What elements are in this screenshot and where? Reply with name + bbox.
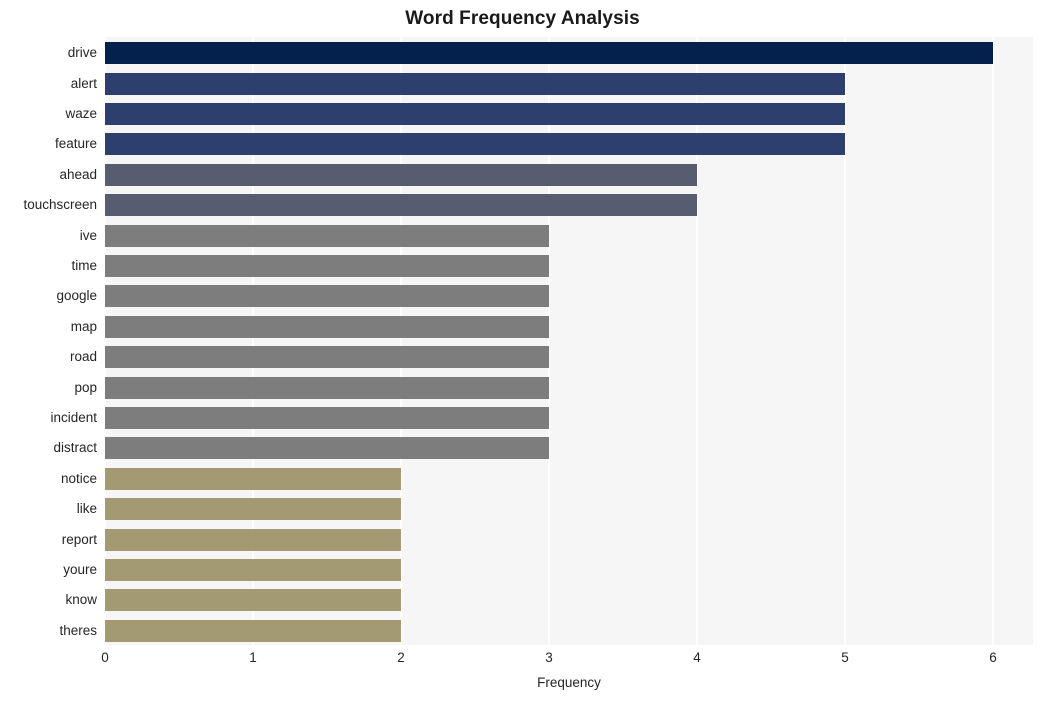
bar-map bbox=[105, 315, 550, 338]
y-tick-label-know: know bbox=[65, 592, 97, 608]
x-tick-label-2: 2 bbox=[397, 650, 405, 665]
bar-notice bbox=[105, 467, 401, 490]
y-tick-label-drive: drive bbox=[67, 45, 97, 61]
bar-road bbox=[105, 346, 550, 369]
y-tick-label-youre: youre bbox=[63, 562, 97, 577]
y-tick-label-road: road bbox=[69, 349, 97, 365]
x-tick-label-1: 1 bbox=[249, 650, 257, 665]
bar-ive bbox=[105, 224, 550, 247]
bar-google bbox=[105, 285, 550, 308]
x-tick-label-5: 5 bbox=[841, 650, 849, 665]
bar-waze bbox=[105, 103, 846, 125]
x-axis-title: Frequency bbox=[537, 675, 601, 690]
bar-know bbox=[105, 589, 401, 612]
bar-incident bbox=[105, 407, 550, 429]
plot-area bbox=[104, 37, 1033, 645]
y-tick-label-alert: alert bbox=[70, 75, 97, 91]
bar-distract bbox=[105, 437, 550, 460]
bar-drive bbox=[105, 42, 994, 65]
bar-youre bbox=[105, 559, 401, 581]
y-tick-label-incident: incident bbox=[50, 410, 97, 425]
x-tick-label-4: 4 bbox=[693, 650, 701, 665]
bar-pop bbox=[105, 376, 550, 399]
y-tick-label-notice: notice bbox=[60, 470, 97, 486]
x-axis-tick-labels: 0 1 2 3 4 5 6 bbox=[0, 650, 1045, 672]
bar-alert bbox=[105, 72, 846, 95]
word-frequency-chart: Word Frequency Analysis drive alert waze fe… bbox=[0, 0, 1045, 701]
x-tick-label-3: 3 bbox=[545, 650, 553, 665]
y-axis-tick-labels: drive alert waze feature ahead touchscreen ive… bbox=[0, 37, 97, 645]
y-tick-label-distract: distract bbox=[53, 440, 97, 456]
x-tick-label-0: 0 bbox=[101, 650, 109, 665]
bar-ahead bbox=[105, 163, 698, 186]
y-tick-label-time: time bbox=[71, 258, 97, 273]
bar-feature bbox=[105, 133, 846, 156]
y-tick-label-ive: ive bbox=[79, 227, 97, 243]
y-tick-label-map: map bbox=[70, 318, 97, 334]
y-tick-label-waze: waze bbox=[65, 106, 97, 121]
y-tick-label-touchscreen: touchscreen bbox=[23, 197, 97, 213]
bar-time bbox=[105, 255, 550, 277]
bar-report bbox=[105, 528, 401, 551]
bar-touchscreen bbox=[105, 194, 698, 217]
y-tick-label-google: google bbox=[56, 288, 97, 304]
x-tick-label-6: 6 bbox=[989, 650, 997, 665]
y-tick-label-feature: feature bbox=[54, 136, 97, 152]
chart-title: Word Frequency Analysis bbox=[405, 8, 640, 29]
y-tick-label-theres: theres bbox=[59, 622, 97, 638]
y-tick-label-ahead: ahead bbox=[59, 166, 97, 182]
y-tick-label-pop: pop bbox=[74, 379, 97, 395]
bars-container bbox=[105, 37, 1033, 645]
y-tick-label-report: report bbox=[61, 531, 97, 547]
bar-like bbox=[105, 498, 401, 521]
y-tick-label-like: like bbox=[76, 501, 97, 517]
bar-theres bbox=[105, 619, 401, 642]
